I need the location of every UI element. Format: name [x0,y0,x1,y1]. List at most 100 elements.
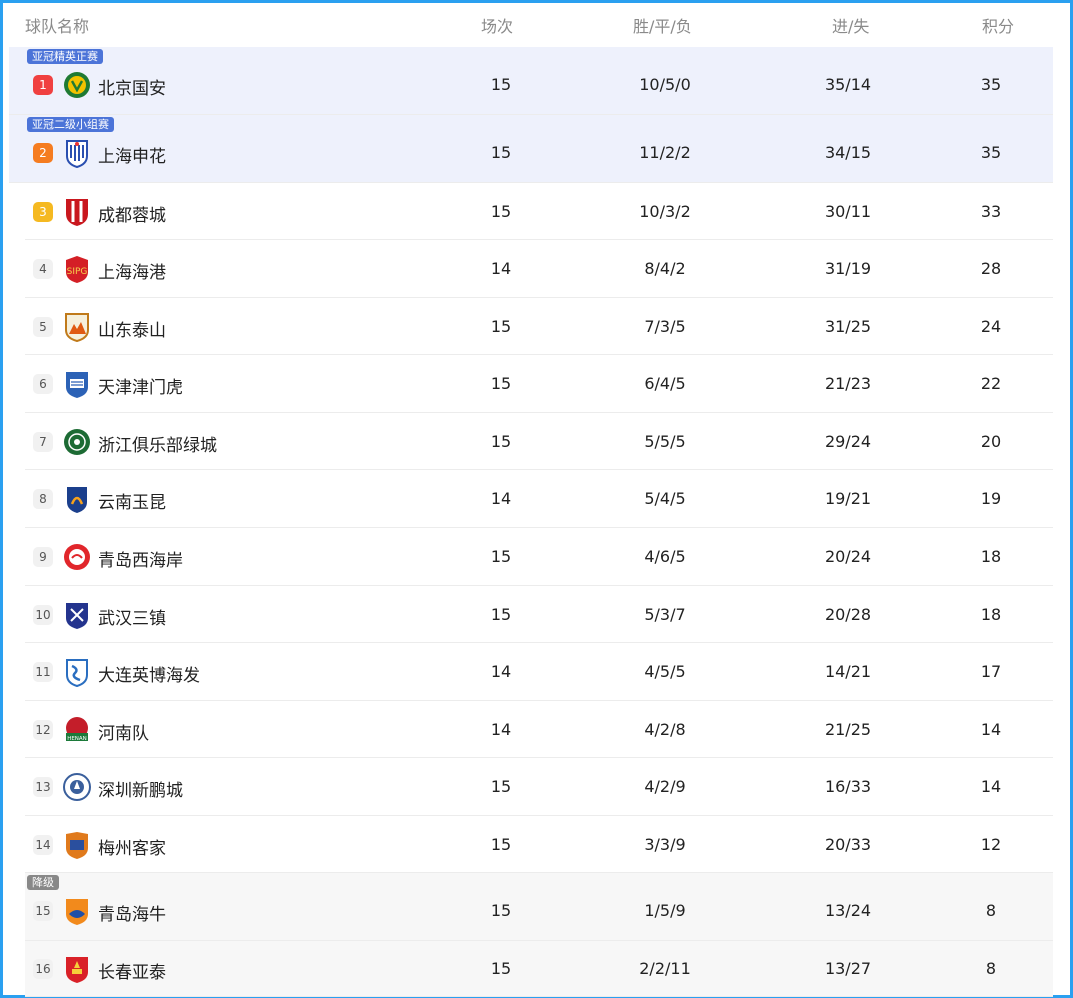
goals-cell: 16/33 [824,777,872,796]
wdl-cell: 11/2/2 [639,143,691,162]
goals-cell: 35/14 [824,75,872,94]
qingdao-hainiu-logo[interactable] [63,896,91,926]
team-name-link[interactable]: 大连英博海发 [98,661,200,686]
wdl-cell: 5/3/7 [644,605,686,624]
header-games[interactable]: 场次 [481,13,513,37]
table-row[interactable]: 10 武汉三镇 15 5/3/7 20/28 18 [25,586,1053,643]
rank-badge: 1 [33,75,53,95]
team-name-link[interactable]: 河南队 [98,719,149,744]
rank-badge: 5 [33,317,53,337]
points-cell: 8 [985,959,997,978]
zone-tag-relegation: 降级 [27,875,59,890]
header-goals[interactable]: 进/失 [832,13,869,37]
games-cell: 15 [490,835,512,854]
header-wdl[interactable]: 胜/平/负 [633,13,692,37]
table-row[interactable]: 4 SIPG 上海海港 14 8/4/2 31/19 28 [25,240,1053,298]
table-row[interactable]: 3 成都蓉城 15 10/3/2 30/11 33 [25,183,1053,240]
games-cell: 15 [490,901,512,920]
zone-tag-acl-two: 亚冠二级小组赛 [27,117,114,132]
table-row[interactable]: 亚冠精英正赛 1 北京国安 15 10/5/0 35/14 35 [9,47,1053,115]
goals-cell: 13/27 [824,959,872,978]
table-row[interactable]: 11 大连英博海发 14 4/5/5 14/21 17 [25,643,1053,701]
points-cell: 35 [980,75,1002,94]
zone-tag-acl-elite: 亚冠精英正赛 [27,49,103,64]
wdl-cell: 4/2/9 [644,777,686,796]
dalian-yingbo-logo[interactable] [63,657,91,688]
points-cell: 12 [980,835,1002,854]
wdl-cell: 4/6/5 [644,547,686,566]
team-name-link[interactable]: 青岛海牛 [98,900,166,925]
table-row[interactable]: 5 山东泰山 15 7/3/5 31/25 24 [25,298,1053,355]
points-cell: 22 [980,374,1002,393]
table-row[interactable]: 8 云南玉昆 14 5/4/5 19/21 19 [25,470,1053,528]
shandong-taishan-logo[interactable] [63,312,91,343]
team-name-link[interactable]: 上海海港 [98,258,166,283]
games-cell: 15 [490,605,512,624]
rank-badge: 4 [33,259,53,279]
games-cell: 14 [490,259,512,278]
table-row[interactable]: 14 梅州客家 15 3/3/9 20/33 12 [25,816,1053,873]
points-cell: 24 [980,317,1002,336]
rank-badge: 13 [33,777,53,797]
table-row[interactable]: 12 HENAN 河南队 14 4/2/8 21/25 14 [25,701,1053,758]
points-cell: 19 [980,489,1002,508]
games-cell: 15 [490,143,512,162]
meizhou-hakka-logo[interactable] [63,830,91,860]
table-row[interactable]: 16 长春亚泰 15 2/2/11 13/27 8 [25,941,1053,997]
wuhan-three-towns-logo[interactable] [63,600,91,630]
games-cell: 15 [490,374,512,393]
table-header: 球队名称 场次 胜/平/负 进/失 积分 [3,3,1070,47]
shanghai-shenhua-logo[interactable] [63,138,91,169]
team-name-link[interactable]: 深圳新鹏城 [98,776,183,801]
team-name-link[interactable]: 武汉三镇 [98,604,166,629]
points-cell: 28 [980,259,1002,278]
goals-cell: 13/24 [824,901,872,920]
table-row[interactable]: 降级 15 青岛海牛 15 1/5/9 13/24 8 [25,873,1053,941]
rank-badge: 10 [33,605,53,625]
table-row[interactable]: 9 青岛西海岸 15 4/6/5 20/24 18 [25,528,1053,586]
team-name-link[interactable]: 北京国安 [98,74,166,99]
beijing-guoan-logo[interactable] [63,70,91,100]
wdl-cell: 1/5/9 [644,901,686,920]
table-row[interactable]: 13 深圳新鹏城 15 4/2/9 16/33 14 [25,758,1053,816]
table-row[interactable]: 7 浙江俱乐部绿城 15 5/5/5 29/24 20 [25,413,1053,470]
henan-logo[interactable]: HENAN [63,715,91,745]
wdl-cell: 10/5/0 [639,75,691,94]
chengdu-rongcheng-logo[interactable] [63,197,91,227]
goals-cell: 20/24 [824,547,872,566]
team-name-link[interactable]: 浙江俱乐部绿城 [98,431,217,456]
rank-badge: 3 [33,202,53,222]
svg-text:SIPG: SIPG [67,267,88,277]
team-name-link[interactable]: 山东泰山 [98,316,166,341]
rank-badge: 6 [33,374,53,394]
zhejiang-greentown-logo[interactable] [63,427,91,457]
team-name-link[interactable]: 成都蓉城 [98,201,166,226]
points-cell: 17 [980,662,1002,681]
goals-cell: 31/25 [824,317,872,336]
goals-cell: 29/24 [824,432,872,451]
team-name-link[interactable]: 云南玉昆 [98,488,166,513]
team-name-link[interactable]: 青岛西海岸 [98,546,183,571]
table-row[interactable]: 6 天津津门虎 15 6/4/5 21/23 22 [25,355,1053,413]
points-cell: 14 [980,720,1002,739]
tianjin-tiger-logo[interactable] [63,369,91,399]
header-points[interactable]: 积分 [982,13,1014,37]
team-name-link[interactable]: 梅州客家 [98,834,166,859]
rank-badge: 2 [33,143,53,163]
header-team[interactable]: 球队名称 [25,13,89,37]
shenzhen-peng-city-logo[interactable] [63,772,91,802]
points-cell: 33 [980,202,1002,221]
team-name-link[interactable]: 上海申花 [98,142,166,167]
qingdao-west-coast-logo[interactable] [63,542,91,572]
changchun-yatai-logo[interactable] [63,954,91,984]
goals-cell: 20/28 [824,605,872,624]
team-name-link[interactable]: 长春亚泰 [98,958,166,983]
goals-cell: 20/33 [824,835,872,854]
rank-badge: 15 [33,901,53,921]
shanghai-port-logo[interactable]: SIPG [63,254,91,284]
yunnan-yukun-logo[interactable] [63,484,91,514]
table-row[interactable]: 亚冠二级小组赛 2 上海申花 15 11/2/2 34/15 35 [9,115,1053,183]
team-name-link[interactable]: 天津津门虎 [98,373,183,398]
wdl-cell: 8/4/2 [644,259,686,278]
rank-badge: 11 [33,662,53,682]
